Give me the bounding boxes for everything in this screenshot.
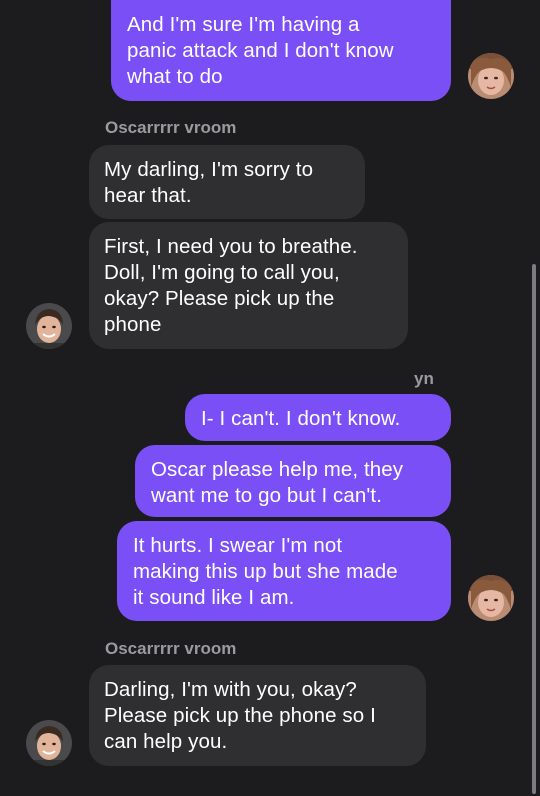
sender-name: Oscarrrrr vroom (105, 118, 237, 137)
oscar-avatar-photo-icon (26, 303, 72, 349)
scrollbar[interactable] (532, 264, 536, 794)
message-bubble-incoming[interactable]: My darling, I'm sorry to hear that. (89, 145, 365, 219)
oscar-avatar-photo-icon (26, 720, 72, 766)
message-bubble-outgoing[interactable]: Oscar please help me, they want me to go… (135, 445, 451, 517)
sender-name: yn (414, 369, 434, 388)
message-bubble-outgoing[interactable]: It hurts. I swear I'm not making this up… (117, 521, 451, 621)
message-bubble-outgoing[interactable]: And I'm sure I'm having a panic attack a… (111, 0, 451, 101)
avatar-yn[interactable] (468, 53, 514, 99)
sender-name: Oscarrrrr vroom (105, 639, 237, 658)
avatar-yn[interactable] (468, 575, 514, 621)
message-bubble-incoming[interactable]: Darling, I'm with you, okay? Please pick… (89, 665, 426, 766)
message-bubble-incoming[interactable]: First, I need you to breathe. Doll, I'm … (89, 222, 408, 349)
message-bubble-outgoing[interactable]: I- I can't. I don't know. (185, 394, 451, 441)
avatar-oscar[interactable] (26, 720, 72, 766)
yn-avatar-photo-icon (468, 575, 514, 621)
yn-avatar-photo-icon (468, 53, 514, 99)
avatar-oscar[interactable] (26, 303, 72, 349)
